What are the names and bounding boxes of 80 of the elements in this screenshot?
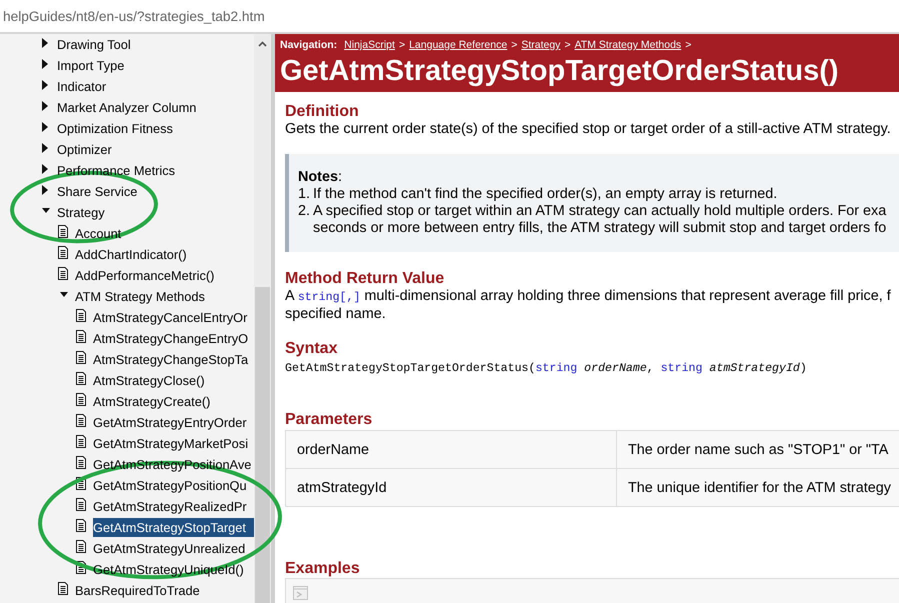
return-value-text: A string[,] multi-dimensional array holding three dimensions that represent average fill price, f specified name. — [285, 288, 892, 323]
tree-item[interactable]: BarsRequiredToTrade — [75, 581, 200, 600]
caret-right-icon[interactable] — [42, 142, 48, 152]
document-icon — [76, 308, 86, 322]
breadcrumb-link[interactable]: ATM Strategy Methods — [574, 38, 682, 52]
caret-right-icon[interactable] — [42, 122, 48, 132]
document-icon — [58, 246, 68, 258]
page-title: GetAtmStrategyStopTargetOrderStatus() — [280, 55, 840, 87]
breadcrumb-separator: > — [564, 38, 571, 52]
document-icon — [76, 540, 86, 552]
note-text: If the method can't find the specified order(s), an empty array is returned. — [313, 186, 778, 203]
tree-item[interactable]: GetAtmStrategyUnrealized — [93, 539, 246, 558]
section-heading: Parameters — [285, 410, 374, 429]
caret-right-icon[interactable] — [42, 38, 48, 48]
tree-item[interactable]: AddPerformanceMetric() — [75, 266, 214, 285]
tree-item[interactable]: GetAtmStrategyMarketPosi — [93, 434, 248, 453]
tree-item[interactable]: Import Type — [57, 56, 124, 75]
breadcrumb-label: Navigation: — [280, 38, 338, 52]
tree-item[interactable]: GetAtmStrategyPositionQu — [93, 476, 247, 495]
document-icon — [76, 414, 86, 426]
tree-item[interactable]: Strategy — [57, 203, 105, 222]
breadcrumb-separator: > — [511, 38, 518, 52]
tree-item[interactable]: GetAtmStrategyRealizedPr — [93, 497, 247, 516]
tree-item[interactable]: Drawing Tool — [57, 35, 131, 54]
tree-item[interactable]: AtmStrategyCancelEntryOr — [93, 308, 248, 327]
breadcrumb-link[interactable]: NinjaScript — [344, 38, 395, 52]
document-icon — [76, 350, 86, 364]
syntax-code: GetAtmStrategyStopTargetOrderStatus(string orderName, string atmStrategyId) — [285, 361, 808, 377]
tree-item[interactable]: Indicator — [57, 77, 106, 96]
caret-right-icon[interactable] — [42, 100, 48, 110]
document-icon — [76, 372, 86, 384]
caret-right-icon[interactable] — [42, 58, 48, 68]
definition-text: Gets the current order state(s) of the specified stop or target order of a still-active ATM strategy. — [285, 121, 892, 138]
tree-item[interactable]: AtmStrategyChangeStopTa — [93, 350, 248, 369]
tree-item[interactable]: AtmStrategyChangeEntryO — [93, 329, 248, 348]
section-heading: Method Return Value — [285, 269, 446, 288]
breadcrumb-link[interactable]: Language Reference — [409, 38, 508, 52]
scroll-up-icon[interactable] — [258, 41, 267, 47]
table-cell: orderName — [286, 431, 617, 469]
table-cell: The unique identifier for the ATM strategy — [617, 469, 899, 507]
tree-item[interactable]: Account — [75, 224, 122, 243]
caret-right-icon[interactable] — [42, 164, 48, 174]
section-heading: Examples — [285, 559, 361, 578]
tree-item[interactable]: Optimization Fitness — [57, 119, 173, 138]
tree-item[interactable]: Optimizer — [57, 140, 112, 159]
scrollbar-track[interactable] — [254, 34, 271, 603]
tree-item[interactable]: AddChartIndicator() — [75, 245, 187, 264]
tree-item[interactable]: AtmStrategyCreate() — [93, 392, 210, 411]
document-icon — [76, 498, 86, 510]
list-number: 1. — [298, 186, 310, 202]
breadcrumb-separator: > — [398, 38, 406, 52]
document-icon — [58, 266, 68, 280]
list-number: 2. — [298, 203, 310, 219]
document-icon — [76, 456, 86, 468]
caret-right-icon[interactable] — [42, 184, 48, 194]
caret-down-icon[interactable] — [60, 292, 68, 297]
tree-item[interactable]: GetAtmStrategyEntryOrder — [93, 413, 247, 432]
section-heading: Syntax — [285, 339, 338, 358]
caret-down-icon[interactable] — [42, 208, 50, 213]
notes-title: Notes: — [298, 169, 342, 185]
caret-right-icon[interactable] — [42, 80, 48, 90]
document-icon — [76, 330, 86, 342]
table-cell: The order name such as "STOP1" or "TA — [617, 431, 899, 469]
section-heading: Definition — [285, 102, 360, 121]
document-icon — [76, 518, 86, 532]
tree-item[interactable]: AtmStrategyClose() — [93, 371, 205, 390]
document-icon — [76, 434, 86, 448]
scrollbar-thumb[interactable] — [255, 287, 270, 603]
breadcrumb-separator: > — [685, 38, 692, 52]
tree-item[interactable]: Share Service — [57, 182, 138, 201]
document-icon — [76, 392, 86, 406]
tree-item[interactable]: ATM Strategy Methods — [75, 287, 205, 306]
tree-item[interactable]: GetAtmStrategyStopTarget — [93, 518, 254, 537]
note-text: A specified stop or target within an ATM strategy can actually hold multiple orders. For exa seconds or more between entry fills, the ATM strategy will submit stop and target orders fo — [313, 203, 886, 237]
table-cell: atmStrategyId — [286, 469, 617, 507]
document-icon — [58, 224, 68, 238]
tree-item[interactable]: Market Analyzer Column — [57, 98, 196, 117]
terminal-icon — [293, 586, 308, 600]
document-icon — [58, 582, 68, 594]
breadcrumb-link[interactable]: Strategy — [521, 38, 560, 52]
